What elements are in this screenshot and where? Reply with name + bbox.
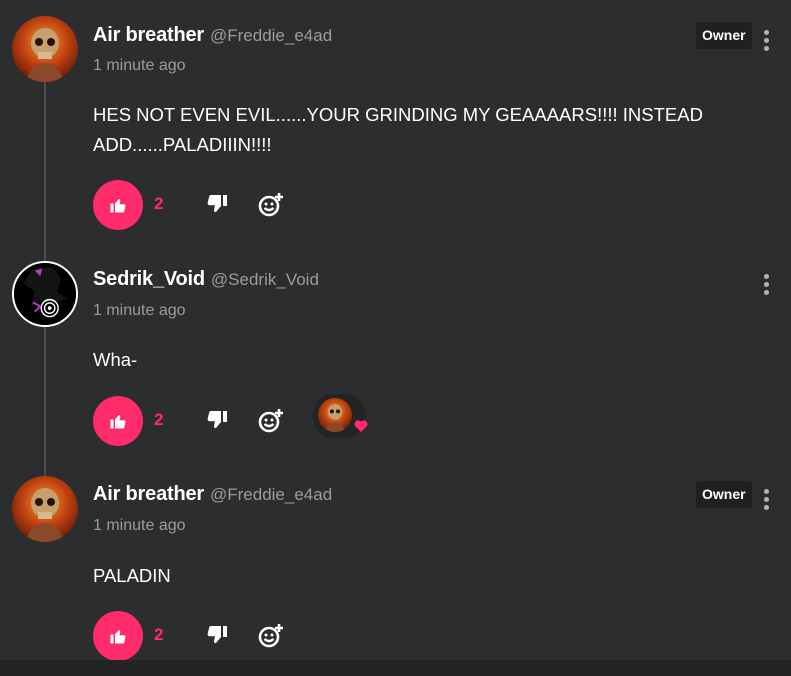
- like-count: 2: [154, 410, 164, 429]
- owner-badge: Owner: [696, 22, 752, 49]
- skull-avatar-image: [12, 16, 78, 82]
- add-reaction-button[interactable]: [257, 622, 285, 650]
- timestamp: 1 minute ago: [93, 57, 186, 74]
- author-name[interactable]: Air breather: [93, 24, 204, 47]
- author-handle[interactable]: @Freddie_e4ad: [210, 485, 332, 505]
- void-avatar-image: [14, 263, 76, 325]
- like-count: 2: [154, 625, 164, 644]
- timestamp: 1 minute ago: [93, 302, 186, 319]
- add-reaction-icon: [258, 409, 283, 433]
- owner-badge: Owner: [696, 481, 752, 508]
- avatar[interactable]: [12, 261, 78, 327]
- thumbs-down-icon: [207, 195, 227, 213]
- avatar[interactable]: [12, 16, 78, 82]
- thumbs-up-icon: [110, 415, 126, 429]
- skull-avatar-image: [318, 398, 352, 432]
- comment-text: Wha-: [93, 349, 138, 370]
- skull-avatar-image: [12, 476, 78, 542]
- author-handle[interactable]: @Sedrik_Void: [211, 270, 319, 290]
- heart-icon: [354, 420, 368, 432]
- comments-panel: Air breather @Freddie_e4ad 1 minute ago …: [0, 0, 791, 676]
- more-options-icon[interactable]: [758, 272, 774, 296]
- reaction-avatar: [318, 398, 352, 432]
- comment-actions: 2: [93, 394, 393, 446]
- add-reaction-icon: [258, 193, 283, 217]
- like-count: 2: [154, 194, 164, 213]
- like-button[interactable]: [93, 611, 143, 661]
- dislike-button[interactable]: [205, 624, 229, 648]
- dislike-button[interactable]: [205, 409, 229, 433]
- author-handle[interactable]: @Freddie_e4ad: [210, 26, 332, 46]
- author-name[interactable]: Air breather: [93, 483, 204, 506]
- like-button[interactable]: [93, 180, 143, 230]
- author-name[interactable]: Sedrik_Void: [93, 268, 205, 291]
- like-button[interactable]: [93, 396, 143, 446]
- more-options-icon[interactable]: [758, 28, 774, 52]
- thumbs-down-icon: [207, 626, 227, 644]
- timestamp: 1 minute ago: [93, 517, 186, 534]
- comment-text: PALADIN: [93, 565, 171, 586]
- add-reaction-button[interactable]: [257, 191, 285, 219]
- thumbs-down-icon: [207, 411, 227, 429]
- comment-text: HES NOT EVEN EVIL......YOUR GRINDING MY …: [93, 104, 703, 155]
- dislike-button[interactable]: [205, 193, 229, 217]
- add-reaction-icon: [258, 624, 283, 648]
- avatar[interactable]: [12, 476, 78, 542]
- thumbs-up-icon: [110, 630, 126, 644]
- thumbs-up-icon: [110, 199, 126, 213]
- add-reaction-button[interactable]: [257, 407, 285, 435]
- more-options-icon[interactable]: [758, 487, 774, 511]
- bottom-bar: [0, 660, 791, 676]
